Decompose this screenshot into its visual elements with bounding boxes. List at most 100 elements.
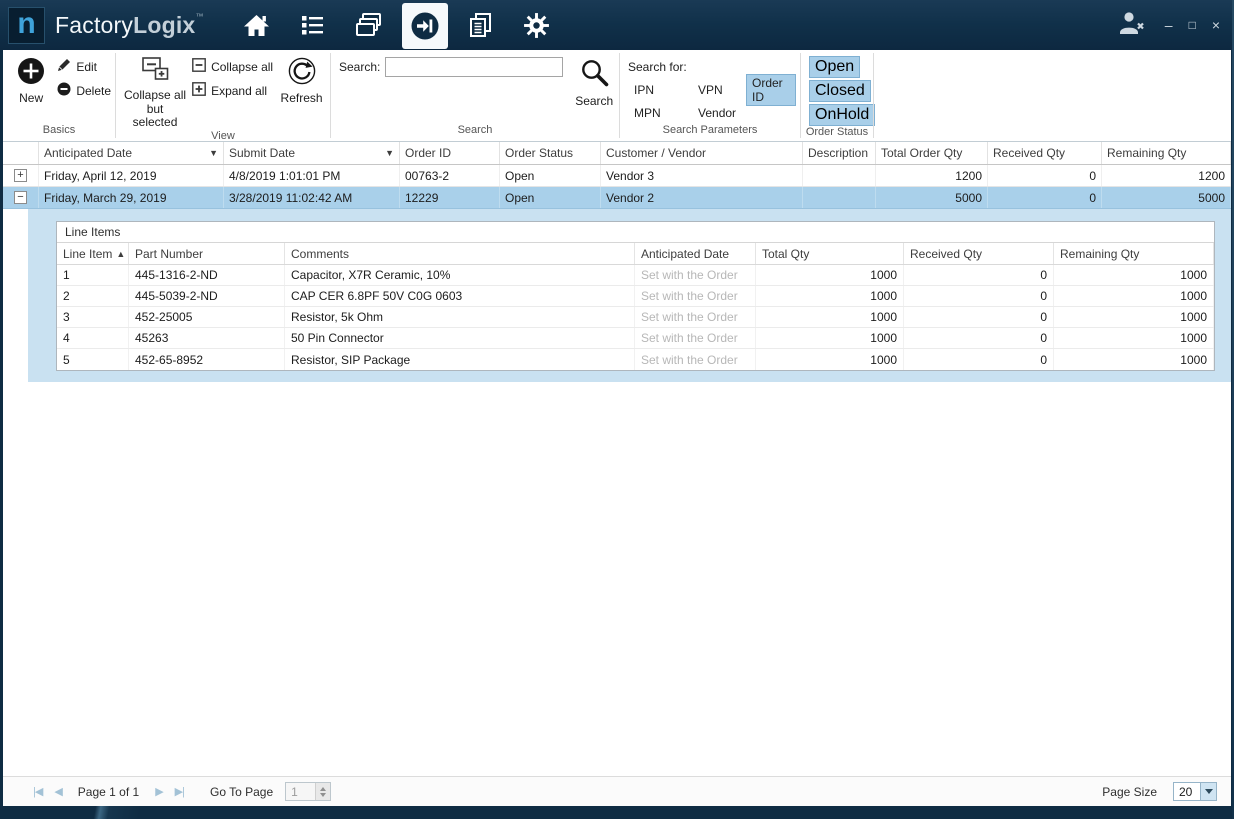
settings-gear-icon[interactable]	[514, 2, 560, 48]
row-expander[interactable]: +	[14, 169, 27, 182]
line-items-title: Line Items	[57, 222, 1214, 243]
li-cell-part-number: 452-25005	[129, 307, 285, 327]
page-size-select[interactable]: 20	[1173, 782, 1217, 801]
column-header-received-qty[interactable]: Received Qty	[988, 142, 1102, 164]
close-button[interactable]: ×	[1212, 18, 1220, 32]
li-cell-part-number: 445-5039-2-ND	[129, 286, 285, 306]
refresh-button[interactable]: Refresh	[277, 55, 326, 130]
orders-grid: Anticipated Date ▼ Submit Date ▼ Order I…	[3, 142, 1231, 806]
first-page-button[interactable]: |◀	[33, 785, 42, 798]
order-row-selected[interactable]: − Friday, March 29, 2019 3/28/2019 11:02…	[3, 187, 1231, 209]
column-header-order-status[interactable]: Order Status	[500, 142, 601, 164]
collapse-all-but-selected-icon	[142, 57, 169, 86]
expander-cell: +	[3, 165, 39, 186]
search-param-vendor[interactable]: Vendor	[692, 104, 742, 122]
line-item-row[interactable]: 1 445-1316-2-ND Capacitor, X7R Ceramic, …	[57, 265, 1214, 286]
line-item-row[interactable]: 2 445-5039-2-ND CAP CER 6.8PF 50V C0G 06…	[57, 286, 1214, 307]
li-cell-total-qty: 1000	[756, 328, 904, 348]
cell-order-id: 00763-2	[400, 165, 500, 186]
cell-total-order-qty: 1200	[876, 165, 988, 186]
goto-page-input[interactable]: 1	[285, 782, 331, 801]
li-cell-comments: Capacitor, X7R Ceramic, 10%	[285, 265, 635, 285]
group-label-view: View	[116, 130, 330, 142]
li-cell-part-number: 452-65-8952	[129, 349, 285, 370]
expand-all-icon	[192, 82, 206, 99]
search-button-label: Search	[575, 95, 613, 109]
search-param-order-id[interactable]: Order ID	[746, 74, 796, 106]
column-header-customer-vendor[interactable]: Customer / Vendor	[601, 142, 803, 164]
cell-order-status: Open	[500, 165, 601, 186]
li-column-header-remaining-qty[interactable]: Remaining Qty	[1054, 243, 1214, 264]
work-instructions-icon[interactable]	[290, 2, 336, 48]
li-column-header-anticipated-date[interactable]: Anticipated Date	[635, 243, 756, 264]
line-item-row[interactable]: 3 452-25005 Resistor, 5k Ohm Set with th…	[57, 307, 1214, 328]
search-button[interactable]: Search	[573, 55, 615, 124]
maximize-button[interactable]: □	[1189, 19, 1196, 31]
reports-icon[interactable]	[458, 2, 504, 48]
column-header-order-id[interactable]: Order ID	[400, 142, 500, 164]
li-column-header-received-qty[interactable]: Received Qty	[904, 243, 1054, 264]
spinner-down-icon	[320, 793, 326, 797]
li-column-header-part-number[interactable]: Part Number	[129, 243, 285, 264]
collapse-all-icon	[192, 58, 206, 75]
li-column-header-total-qty[interactable]: Total Qty	[756, 243, 904, 264]
search-param-mpn[interactable]: MPN	[628, 104, 667, 122]
li-column-header-comments[interactable]: Comments	[285, 243, 635, 264]
last-page-button[interactable]: ▶|	[175, 785, 184, 798]
column-header-submit-date[interactable]: Submit Date ▼	[224, 142, 400, 164]
new-button[interactable]: New	[11, 55, 51, 124]
collapse-all-button[interactable]: Collapse all	[192, 58, 273, 75]
column-header-anticipated-date[interactable]: Anticipated Date ▼	[39, 142, 224, 164]
search-magnifier-icon	[579, 57, 610, 92]
column-header-total-order-qty[interactable]: Total Order Qty	[876, 142, 988, 164]
group-label-order-status: Order Status	[801, 126, 873, 141]
cell-description	[803, 165, 876, 186]
order-status-onhold[interactable]: OnHold	[809, 104, 875, 126]
trademark-symbol: ™	[195, 12, 203, 21]
line-item-row[interactable]: 5 452-65-8952 Resistor, SIP Package Set …	[57, 349, 1214, 370]
delete-minus-icon	[57, 82, 71, 99]
li-cell-received-qty: 0	[904, 307, 1054, 327]
li-cell-line-item: 4	[57, 328, 129, 348]
ribbon-group-order-status: Open Closed OnHold Order Status	[801, 50, 873, 141]
page-indicator: Page 1 of 1	[78, 785, 139, 799]
order-status-closed[interactable]: Closed	[809, 80, 871, 102]
column-label: Part Number	[135, 247, 203, 261]
collapse-all-but-selected-label: Collapse all but selected	[124, 89, 186, 130]
cell-anticipated-date: Friday, April 12, 2019	[39, 165, 224, 186]
order-details-panel: Line Items Line Item ▲ Part Number Comme…	[28, 209, 1231, 382]
delete-button[interactable]: Delete	[57, 82, 111, 99]
window-bottom-accent	[20, 806, 190, 819]
previous-page-button[interactable]: ◀	[54, 785, 61, 798]
app-title: FactoryLogix™	[55, 12, 204, 39]
edit-button[interactable]: Edit	[57, 58, 111, 75]
collapse-all-but-selected-button[interactable]: Collapse all but selected	[124, 55, 186, 130]
order-status-open[interactable]: Open	[809, 56, 860, 78]
user-logout-icon[interactable]	[1116, 10, 1147, 41]
next-page-button[interactable]: ▶	[155, 785, 162, 798]
column-header-remaining-qty[interactable]: Remaining Qty	[1102, 142, 1231, 164]
expand-all-button[interactable]: Expand all	[192, 82, 273, 99]
home-icon[interactable]	[234, 2, 280, 48]
column-header-description[interactable]: Description	[803, 142, 876, 164]
cell-received-qty: 0	[988, 165, 1102, 186]
cell-anticipated-date: Friday, March 29, 2019	[39, 187, 224, 208]
app-title-primary: Factory	[55, 12, 133, 38]
row-expander[interactable]: −	[14, 191, 27, 204]
materials-icon[interactable]	[346, 2, 392, 48]
order-row[interactable]: + Friday, April 12, 2019 4/8/2019 1:01:0…	[3, 165, 1231, 187]
search-param-ipn[interactable]: IPN	[628, 81, 660, 99]
li-cell-comments: Resistor, SIP Package	[285, 349, 635, 370]
cell-submit-date: 4/8/2019 1:01:01 PM	[224, 165, 400, 186]
search-param-vpn[interactable]: VPN	[692, 81, 729, 99]
line-item-row[interactable]: 4 45263 50 Pin Connector Set with the Or…	[57, 328, 1214, 349]
goto-page-spinner[interactable]	[315, 783, 330, 800]
search-for-label: Search for:	[628, 60, 796, 74]
column-label: Received Qty	[910, 247, 982, 261]
search-input[interactable]	[385, 57, 563, 77]
li-cell-remaining-qty: 1000	[1054, 265, 1214, 285]
minimize-button[interactable]: –	[1165, 18, 1173, 32]
receiving-icon[interactable]	[402, 3, 448, 49]
li-column-header-line-item[interactable]: Line Item ▲	[57, 243, 129, 264]
cell-customer-vendor: Vendor 2	[601, 187, 803, 208]
